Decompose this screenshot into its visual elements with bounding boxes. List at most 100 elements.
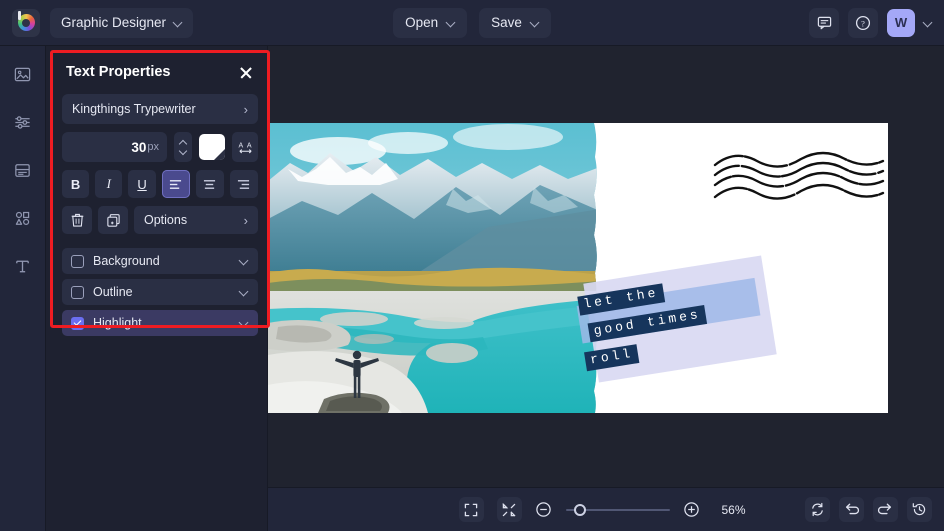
align-center-icon bbox=[202, 178, 217, 191]
save-label: Save bbox=[491, 15, 522, 30]
zoom-out-button[interactable] bbox=[535, 501, 553, 519]
open-button[interactable]: Open bbox=[393, 8, 467, 38]
chevron-right-icon: › bbox=[244, 213, 248, 228]
shapes-icon bbox=[13, 209, 32, 228]
open-label: Open bbox=[405, 15, 438, 30]
zoom-in-button[interactable] bbox=[683, 501, 701, 519]
panel-header: Text Properties bbox=[62, 64, 258, 80]
refresh-icon bbox=[810, 502, 825, 517]
history-icon bbox=[912, 502, 927, 517]
trash-icon bbox=[70, 212, 85, 228]
outline-checkbox[interactable] bbox=[71, 286, 84, 299]
duplicate-button[interactable] bbox=[98, 206, 128, 234]
zoom-in-icon bbox=[683, 501, 700, 518]
options-button[interactable]: Options › bbox=[134, 206, 258, 234]
page-title: Text Properties bbox=[66, 64, 171, 80]
underline-button[interactable]: U bbox=[128, 170, 155, 198]
align-right-icon bbox=[236, 178, 251, 191]
svg-text:A: A bbox=[246, 142, 251, 149]
text-icon bbox=[13, 257, 32, 276]
zoom-slider-thumb[interactable] bbox=[574, 504, 586, 516]
letter-spacing-icon: A A bbox=[237, 140, 254, 155]
font-size-value: 30 bbox=[131, 140, 146, 155]
highlight-label: Highlight bbox=[93, 316, 231, 330]
artboard[interactable]: let the good times roll bbox=[268, 123, 888, 413]
toggle-background[interactable]: Background bbox=[62, 248, 258, 274]
wavy-lines-icon bbox=[713, 151, 885, 203]
font-size-unit: px bbox=[147, 141, 159, 153]
history-button[interactable] bbox=[907, 497, 932, 522]
sidebar-item-text[interactable] bbox=[9, 252, 37, 280]
mountain-river-landscape-image bbox=[268, 123, 600, 413]
sidebar-item-image[interactable] bbox=[9, 60, 37, 88]
account-chevron-down-icon[interactable] bbox=[924, 19, 932, 27]
background-label: Background bbox=[93, 254, 231, 268]
sidebar-item-layers[interactable] bbox=[9, 156, 37, 184]
duplicate-icon bbox=[106, 213, 121, 228]
letter-spacing-button[interactable]: A A bbox=[232, 132, 258, 162]
zoom-slider[interactable] bbox=[566, 502, 670, 518]
zoom-percent-value[interactable]: 56% bbox=[714, 503, 754, 517]
font-size-stepper[interactable] bbox=[174, 132, 192, 162]
chevron-down-icon[interactable] bbox=[240, 288, 249, 297]
italic-label: I bbox=[107, 176, 111, 192]
artwork-text-sticker[interactable]: let the good times roll bbox=[572, 248, 787, 390]
align-left-icon bbox=[168, 178, 183, 191]
save-button[interactable]: Save bbox=[479, 8, 551, 38]
sidebar-item-shapes[interactable] bbox=[9, 204, 37, 232]
zoom-out-icon bbox=[535, 501, 552, 518]
fit-screen-icon bbox=[464, 503, 478, 517]
artboard-photo[interactable] bbox=[268, 123, 600, 413]
app-root: Graphic Designer Open Save bbox=[0, 0, 944, 531]
redo-icon bbox=[878, 502, 893, 517]
adjustments-icon bbox=[13, 113, 32, 132]
outline-label: Outline bbox=[93, 285, 231, 299]
style-toggle-list: Background Outline Highlight bbox=[62, 248, 258, 336]
redo-button[interactable] bbox=[873, 497, 898, 522]
collapse-button[interactable] bbox=[497, 497, 522, 522]
align-left-button[interactable] bbox=[162, 170, 190, 198]
undo-icon bbox=[844, 502, 859, 517]
undo-button[interactable] bbox=[839, 497, 864, 522]
chevron-down-icon[interactable] bbox=[180, 149, 187, 154]
text-properties-panel: Text Properties Kingthings Trypewriter ›… bbox=[46, 46, 268, 531]
align-right-button[interactable] bbox=[230, 170, 258, 198]
italic-button[interactable]: I bbox=[95, 170, 122, 198]
sidebar-item-adjust[interactable] bbox=[9, 108, 37, 136]
font-size-input[interactable]: 30 px bbox=[62, 132, 167, 162]
chevron-down-icon[interactable] bbox=[240, 257, 249, 266]
left-rail bbox=[0, 46, 46, 531]
highlight-checkbox[interactable] bbox=[71, 317, 84, 330]
options-label: Options bbox=[144, 213, 244, 227]
toggle-outline[interactable]: Outline bbox=[62, 279, 258, 305]
panel-body: Text Properties Kingthings Trypewriter ›… bbox=[54, 54, 266, 336]
chevron-up-icon[interactable] bbox=[180, 140, 187, 145]
top-bar-center-actions: Open Save bbox=[0, 8, 944, 38]
wavy-lines-decoration[interactable] bbox=[713, 151, 885, 208]
bold-label: B bbox=[71, 177, 80, 192]
fit-screen-button[interactable] bbox=[459, 497, 484, 522]
history-controls bbox=[805, 497, 932, 522]
font-family-selector[interactable]: Kingthings Trypewriter › bbox=[62, 94, 258, 124]
background-checkbox[interactable] bbox=[71, 255, 84, 268]
chevron-down-icon[interactable] bbox=[240, 319, 249, 328]
bottom-bar: 56% bbox=[268, 487, 944, 531]
close-icon[interactable] bbox=[238, 64, 254, 80]
text-format-row: B I U bbox=[62, 170, 258, 198]
chevron-right-icon: › bbox=[244, 102, 248, 117]
layers-icon bbox=[13, 161, 32, 180]
chevron-down-icon bbox=[447, 19, 455, 27]
underline-label: U bbox=[137, 177, 146, 192]
refresh-button[interactable] bbox=[805, 497, 830, 522]
image-icon bbox=[13, 65, 32, 84]
delete-button[interactable] bbox=[62, 206, 92, 234]
toggle-highlight[interactable]: Highlight bbox=[62, 310, 258, 336]
canvas-area[interactable]: let the good times roll bbox=[268, 46, 944, 487]
bold-button[interactable]: B bbox=[62, 170, 89, 198]
font-size-row: 30 px A A bbox=[62, 132, 258, 162]
align-center-button[interactable] bbox=[196, 170, 224, 198]
top-bar: Graphic Designer Open Save bbox=[0, 0, 944, 46]
text-tools-row: Options › bbox=[62, 206, 258, 234]
font-family-value: Kingthings Trypewriter bbox=[72, 102, 244, 116]
text-color-swatch[interactable] bbox=[199, 134, 225, 160]
